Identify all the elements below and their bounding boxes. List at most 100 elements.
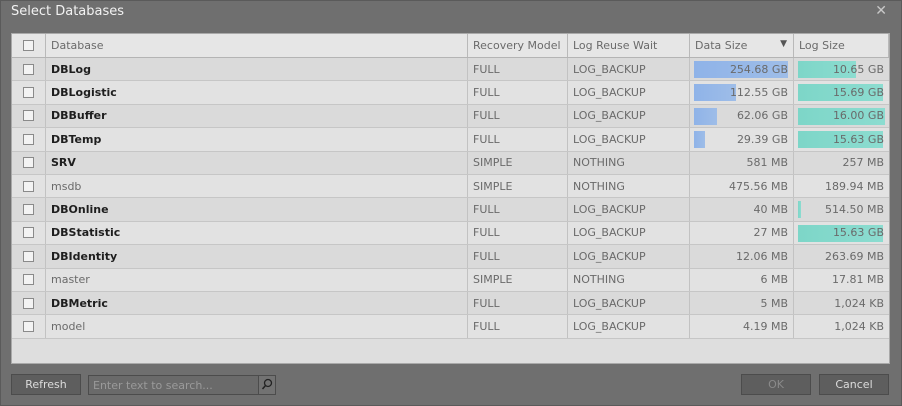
row-checkbox[interactable]	[23, 157, 34, 169]
refresh-button[interactable]: Refresh	[11, 374, 81, 395]
log-size-cell: 257 MB	[794, 152, 889, 174]
log-size-cell: 1,024 KB	[794, 315, 889, 337]
table-row[interactable]: DBLogistic FULL LOG_BACKUP 112.55 GB 15.69 G…	[12, 81, 889, 105]
log-reuse-wait-cell: LOG_BACKUP	[568, 292, 690, 315]
log-reuse-wait-cell: LOG_BACKUP	[568, 128, 690, 151]
log-size-value: 15.63 GB	[832, 132, 884, 146]
row-checkbox-cell[interactable]	[12, 245, 46, 268]
search-icon[interactable]	[258, 376, 275, 394]
table-row[interactable]: DBIdentity FULL LOG_BACKUP 12.06 MB 263.69 M…	[12, 245, 889, 269]
data-size-value: 475.56 MB	[728, 179, 788, 193]
table-row[interactable]: DBTemp FULL LOG_BACKUP 29.39 GB 15.63 GB	[12, 128, 889, 152]
row-checkbox-cell[interactable]	[12, 268, 46, 291]
log-size-cell: 514.50 MB	[794, 198, 889, 220]
table-row[interactable]: DBLog FULL LOG_BACKUP 254.68 GB 10.65 GB	[12, 58, 889, 82]
row-checkbox[interactable]	[23, 204, 34, 216]
table-row[interactable]: DBBuffer FULL LOG_BACKUP 62.06 GB 16.00 GB	[12, 104, 889, 129]
data-size-cell: 112.55 GB	[690, 81, 794, 104]
log-size-cell: 10.65 GB	[794, 58, 889, 80]
recovery-model-cell: FULL	[468, 58, 568, 81]
row-checkbox-cell[interactable]	[12, 292, 46, 315]
log-reuse-wait-cell: LOG_BACKUP	[568, 104, 690, 128]
row-checkbox[interactable]	[23, 180, 34, 192]
recovery-model-cell: FULL	[468, 81, 568, 104]
log-reuse-wait-cell: LOG_BACKUP	[568, 245, 690, 268]
data-size-cell: 4.19 MB	[690, 315, 794, 338]
log-size-cell: 16.00 GB	[794, 105, 889, 127]
database-name-cell: model	[46, 315, 468, 338]
row-checkbox[interactable]	[23, 227, 34, 239]
table-row[interactable]: master SIMPLE NOTHING 6 MB 17.81 MB	[12, 268, 889, 292]
data-size-value: 6 MB	[760, 273, 788, 287]
data-size-cell: 29.39 GB	[690, 128, 794, 151]
row-checkbox[interactable]	[23, 133, 34, 145]
row-checkbox-cell[interactable]	[12, 104, 46, 128]
log-reuse-wait-cell: LOG_BACKUP	[568, 221, 690, 245]
row-checkbox[interactable]	[23, 321, 34, 333]
database-name-cell: SRV	[46, 151, 468, 174]
table-row[interactable]: DBOnline FULL LOG_BACKUP 40 MB 514.50 MB	[12, 198, 889, 222]
log-size-value: 16.00 GB	[832, 109, 884, 123]
row-checkbox-cell[interactable]	[12, 128, 46, 151]
recovery-model-cell: SIMPLE	[468, 268, 568, 291]
database-name-cell: DBLogistic	[46, 81, 468, 104]
log-size-value: 263.69 MB	[824, 249, 884, 263]
search-input[interactable]: Enter text to search...	[88, 375, 276, 395]
row-checkbox[interactable]	[23, 274, 34, 286]
row-checkbox-cell[interactable]	[12, 58, 46, 81]
table-row[interactable]: DBStatistic FULL LOG_BACKUP 27 MB 15.63 GB	[12, 221, 889, 246]
database-name-cell: msdb	[46, 175, 468, 198]
recovery-model-cell: FULL	[468, 221, 568, 245]
row-checkbox[interactable]	[23, 110, 34, 122]
database-name-cell: DBTemp	[46, 128, 468, 151]
table-row[interactable]: DBMetric FULL LOG_BACKUP 5 MB 1,024 KB	[12, 292, 889, 316]
data-size-bar	[694, 107, 717, 125]
log-reuse-wait-cell: LOG_BACKUP	[568, 58, 690, 81]
data-size-value: 254.68 GB	[729, 62, 788, 76]
select-all-checkbox-cell[interactable]	[12, 34, 46, 57]
close-icon[interactable]: ✕	[875, 3, 887, 19]
data-size-cell: 475.56 MB	[690, 175, 794, 198]
data-size-bar	[694, 131, 705, 149]
row-checkbox-cell[interactable]	[12, 198, 46, 221]
column-header-recovery-model[interactable]: Recovery Model	[468, 34, 568, 57]
title-bar: Select Databases ✕	[1, 1, 901, 27]
column-header-data-size[interactable]: Data Size ▼	[690, 34, 794, 57]
column-header-log-size[interactable]: Log Size	[794, 34, 889, 57]
data-size-value: 4.19 MB	[742, 320, 788, 334]
row-checkbox-cell[interactable]	[12, 221, 46, 245]
recovery-model-cell: FULL	[468, 315, 568, 338]
data-size-value: 27 MB	[753, 226, 788, 240]
log-size-cell: 17.81 MB	[794, 269, 889, 291]
databases-grid: Database Recovery Model Log Reuse Wait D…	[11, 33, 890, 364]
select-all-checkbox[interactable]	[23, 40, 34, 51]
row-checkbox[interactable]	[23, 250, 34, 262]
table-row[interactable]: model FULL LOG_BACKUP 4.19 MB 1,024 KB	[12, 315, 889, 339]
row-checkbox[interactable]	[23, 297, 34, 309]
row-checkbox[interactable]	[23, 87, 34, 99]
recovery-model-cell: FULL	[468, 104, 568, 128]
column-header-log-reuse-wait[interactable]: Log Reuse Wait	[568, 34, 690, 57]
row-checkbox[interactable]	[23, 63, 34, 75]
cancel-button[interactable]: Cancel	[819, 374, 889, 395]
row-checkbox-cell[interactable]	[12, 151, 46, 174]
database-name-cell: DBBuffer	[46, 104, 468, 128]
log-size-value: 10.65 GB	[832, 62, 884, 76]
table-row[interactable]: SRV SIMPLE NOTHING 581 MB 257 MB	[12, 151, 889, 175]
data-size-value: 62.06 GB	[736, 109, 788, 123]
table-row[interactable]: msdb SIMPLE NOTHING 475.56 MB 189.94 MB	[12, 175, 889, 199]
recovery-model-cell: FULL	[468, 198, 568, 221]
row-checkbox-cell[interactable]	[12, 175, 46, 198]
data-size-value: 581 MB	[746, 156, 788, 170]
row-checkbox-cell[interactable]	[12, 81, 46, 104]
ok-button[interactable]: OK	[741, 374, 811, 395]
log-reuse-wait-cell: NOTHING	[568, 175, 690, 198]
log-size-cell: 15.63 GB	[794, 128, 889, 150]
row-checkbox-cell[interactable]	[12, 315, 46, 338]
data-size-cell: 12.06 MB	[690, 245, 794, 268]
data-size-cell: 27 MB	[690, 221, 794, 245]
log-size-cell: 15.63 GB	[794, 222, 889, 244]
log-size-value: 17.81 MB	[831, 273, 884, 287]
data-size-value: 12.06 MB	[735, 249, 788, 263]
column-header-database[interactable]: Database	[46, 34, 468, 57]
